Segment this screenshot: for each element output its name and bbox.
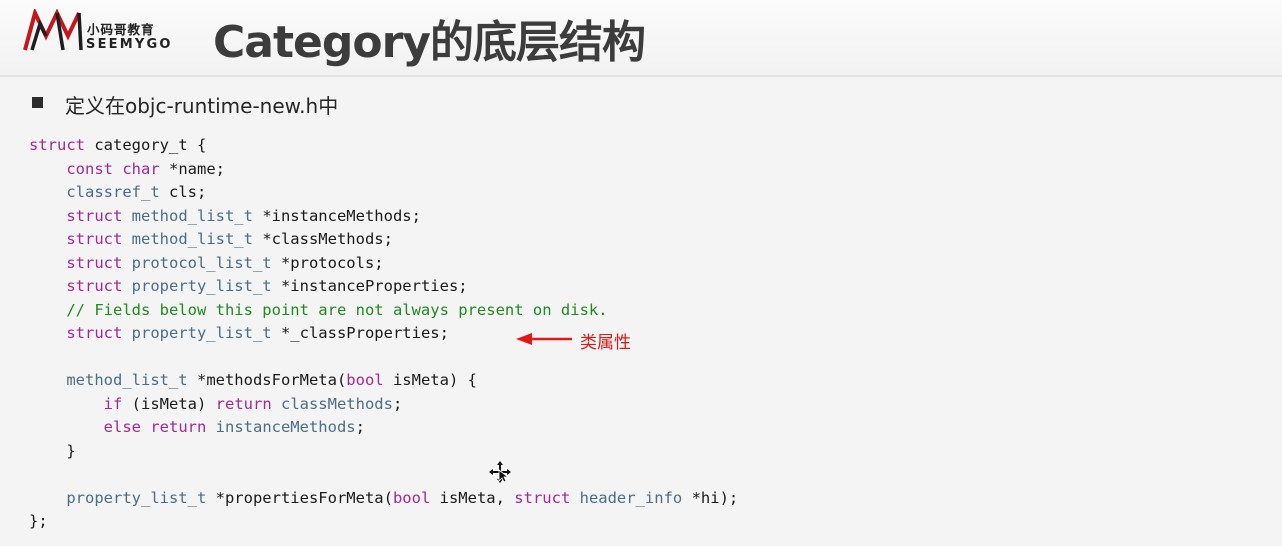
code-token: struct xyxy=(29,136,95,154)
code-line: const char *name; xyxy=(29,158,738,182)
code-line: struct property_list_t *instanceProperti… xyxy=(29,275,738,299)
code-token: isMeta) { xyxy=(392,371,477,389)
move-cursor-icon xyxy=(488,460,512,488)
slide-title: Category的底层结构 xyxy=(213,17,646,68)
code-token: *instanceMethods; xyxy=(262,206,421,225)
header-divider xyxy=(0,75,1282,77)
code-token: char xyxy=(122,159,169,178)
code-line: struct method_list_t *classMethods; xyxy=(29,228,738,252)
code-token: } xyxy=(29,441,76,460)
code-token: *instanceProperties; xyxy=(280,277,468,295)
code-token: (isMeta) xyxy=(131,394,216,413)
code-line: struct property_list_t *_classProperties… xyxy=(29,322,738,346)
logo-text-cn: 小码哥教育 xyxy=(87,22,155,37)
code-token: else xyxy=(103,418,151,436)
code-token: *methodsForMeta( xyxy=(196,371,347,389)
code-token: instanceMethods xyxy=(215,418,356,436)
annotation-label: 类属性 xyxy=(580,333,631,353)
code-line: // Fields below this point are not alway… xyxy=(29,299,738,323)
code-token: property_list_t xyxy=(66,488,216,507)
code-line: if (isMeta) return classMethods; xyxy=(29,393,738,417)
code-token: const xyxy=(66,159,123,178)
bullet-square-icon xyxy=(32,97,43,108)
code-line: }; xyxy=(29,510,738,534)
logo-mark-icon xyxy=(23,9,83,51)
code-token: category_t { xyxy=(94,136,207,154)
code-line: } xyxy=(29,440,738,464)
code-token: struct xyxy=(66,324,132,342)
code-token: bool xyxy=(392,488,440,507)
code-block: struct category_t { const char *name; cl… xyxy=(29,134,738,534)
code-token: return xyxy=(150,418,216,436)
code-line: method_list_t *methodsForMeta(bool isMet… xyxy=(29,369,738,393)
code-token: struct xyxy=(66,253,132,272)
code-token: header_info xyxy=(579,488,692,507)
code-line: struct category_t { xyxy=(29,134,738,158)
code-token: property_list_t xyxy=(131,324,281,342)
code-token: *_classProperties; xyxy=(280,324,449,342)
code-token: classMethods xyxy=(280,394,393,413)
code-token: *name; xyxy=(169,159,225,178)
code-token: struct xyxy=(66,230,132,248)
code-line: struct protocol_list_t *protocols; xyxy=(29,252,738,276)
code-token: method_list_t xyxy=(131,230,263,248)
left-arrow-icon xyxy=(516,333,572,345)
code-token: ; xyxy=(355,418,365,436)
code-token: cls; xyxy=(168,183,207,201)
code-token: method_list_t xyxy=(131,206,263,225)
code-token: protocol_list_t xyxy=(131,253,281,272)
seemygo-logo: 小码哥教育 SEEMYGO xyxy=(22,9,192,57)
logo-text-en: SEEMYGO xyxy=(86,37,173,52)
code-token: }; xyxy=(29,512,48,530)
code-token: *protocols; xyxy=(280,253,384,272)
code-token: // Fields below this point are not alway… xyxy=(66,300,608,319)
code-line: classref_t cls; xyxy=(29,181,738,205)
code-token: property_list_t xyxy=(131,277,281,295)
code-token: ; xyxy=(392,394,403,413)
code-token: method_list_t xyxy=(66,371,197,389)
code-token: if xyxy=(103,394,132,413)
code-token: *hi); xyxy=(691,488,739,507)
code-token: struct xyxy=(514,488,580,507)
code-token: *classMethods; xyxy=(262,230,393,248)
code-token: struct xyxy=(66,206,132,225)
code-line: property_list_t *propertiesForMeta(bool … xyxy=(29,487,738,511)
code-token: *propertiesForMeta( xyxy=(215,488,393,507)
code-token: return xyxy=(215,394,281,413)
code-token: struct xyxy=(66,277,132,295)
code-token: classref_t xyxy=(66,183,169,201)
code-line: struct method_list_t *instanceMethods; xyxy=(29,205,738,229)
code-token: bool xyxy=(346,371,393,389)
code-token: isMeta, xyxy=(439,488,515,507)
bullet-text: 定义在objc-runtime-new.h中 xyxy=(65,94,339,118)
slide-header: 小码哥教育 SEEMYGO Category的底层结构 xyxy=(0,0,1282,74)
code-line: else return instanceMethods; xyxy=(29,416,738,440)
